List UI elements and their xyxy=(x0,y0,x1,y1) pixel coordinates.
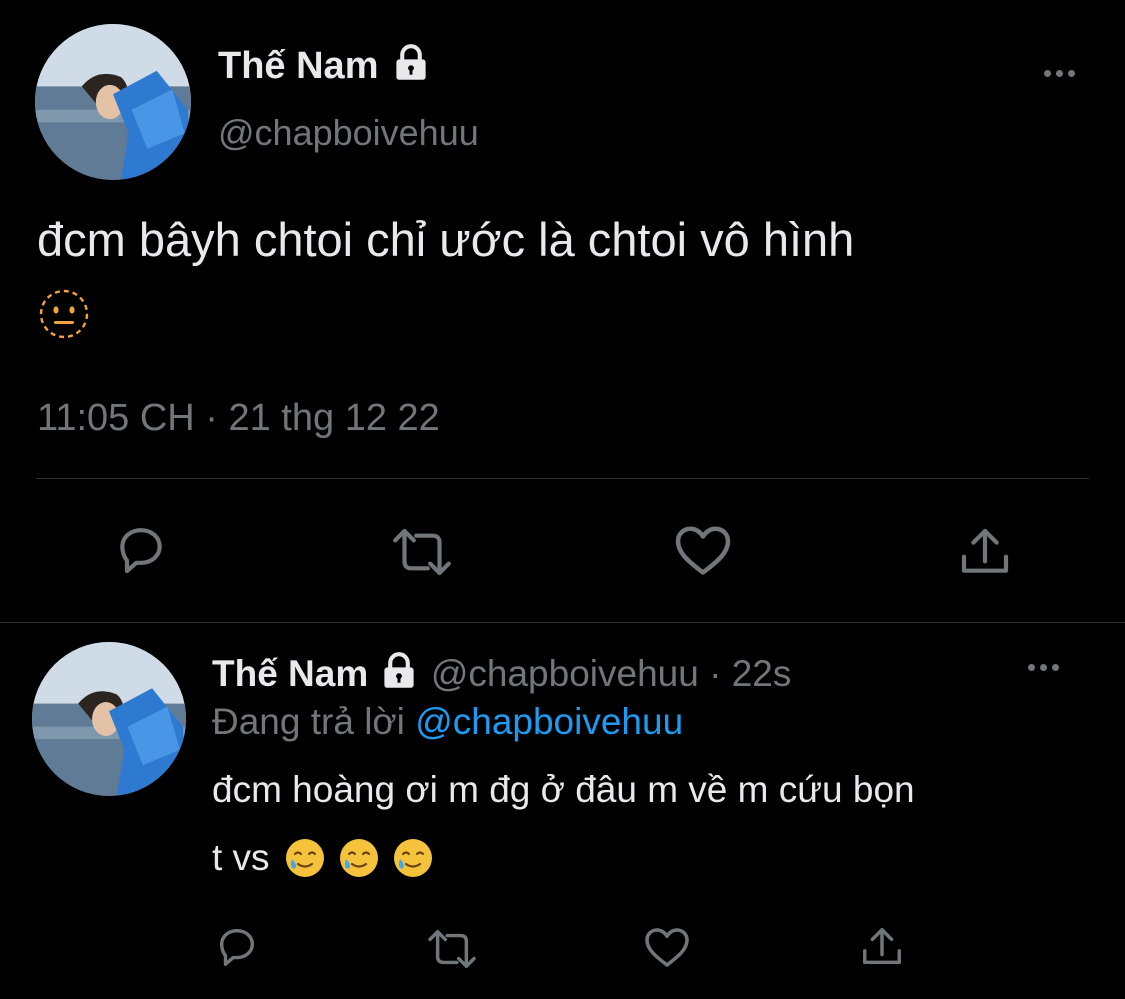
reply-text-line2-wrap: t vs xyxy=(212,836,434,880)
reply-more-options-icon[interactable] xyxy=(1028,664,1059,671)
handle[interactable]: @chapboivehuu xyxy=(218,112,479,154)
timestamp[interactable]: 11:05 CH · 21 thg 12 22 xyxy=(37,396,440,440)
reply-display-name[interactable]: Thế Nam xyxy=(212,653,368,694)
reply-text-line1: đcm hoàng ơi m đg ở đâu m về m cứu bọn xyxy=(212,769,915,810)
reply-text-line2: t vs xyxy=(212,837,270,878)
separator: · xyxy=(709,653,722,694)
smiling-face-with-tear-icon xyxy=(338,837,380,879)
share-icon[interactable] xyxy=(859,924,905,970)
reply-icon[interactable] xyxy=(113,522,169,578)
replying-to-link[interactable]: @chapboivehuu xyxy=(415,701,683,742)
neutral-face-dotted-icon xyxy=(38,288,90,340)
avatar[interactable] xyxy=(35,24,191,180)
more-options-icon[interactable] xyxy=(1044,70,1075,77)
display-name[interactable]: Thế Nam xyxy=(218,45,378,87)
like-icon[interactable] xyxy=(673,522,733,578)
lock-icon xyxy=(393,44,429,92)
smiling-face-with-tear-icon xyxy=(392,837,434,879)
share-icon[interactable] xyxy=(957,524,1013,580)
reply-header: Thế Nam @chapboivehuu · 22s xyxy=(212,652,791,700)
retweet-icon[interactable] xyxy=(424,926,480,972)
divider xyxy=(36,478,1089,479)
retweet-icon[interactable] xyxy=(388,524,456,580)
reply-icon[interactable] xyxy=(214,924,260,970)
time-ago[interactable]: 22s xyxy=(732,653,792,694)
replying-to: Đang trả lời @chapboivehuu xyxy=(212,700,683,744)
reply-handle[interactable]: @chapboivehuu xyxy=(431,653,699,694)
lock-icon xyxy=(381,652,417,700)
tweet-text: đcm bâyh chtoi chỉ ước là chtoi vô hình xyxy=(37,213,855,266)
section-divider xyxy=(0,622,1125,623)
reply-avatar[interactable] xyxy=(32,642,186,796)
replying-prefix: Đang trả lời xyxy=(212,701,405,742)
like-icon[interactable] xyxy=(643,924,691,970)
smiling-face-with-tear-icon xyxy=(284,837,326,879)
